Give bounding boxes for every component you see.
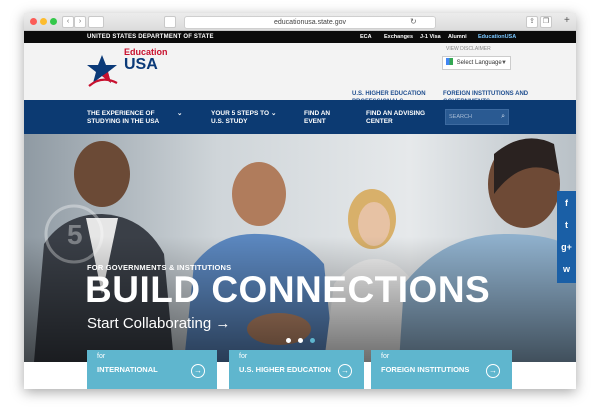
tile-for-label: for [239,353,248,360]
tile-title: FOREIGN INSTITUTIONS [381,365,470,374]
arrow-right-icon: → [338,364,352,378]
tile-international[interactable]: for INTERNATIONAL → [87,350,217,389]
zoom-window-button[interactable] [50,18,57,25]
hero-headline: BUILD CONNECTIONS [85,269,491,310]
tile-for-label: for [97,353,106,360]
social-share-bar: f t g+ w [557,191,576,283]
arrow-right-icon: → [486,364,500,378]
nav-item-experience-label: THE EXPERIENCE OF STUDYING IN THE USA [87,110,160,125]
tile-for-label: for [381,353,390,360]
carousel-dot-active[interactable] [310,338,315,343]
google-translate-icon [446,58,453,65]
new-tab-button[interactable]: + [564,15,570,27]
weibo-icon[interactable]: w [557,259,576,279]
carousel-dot[interactable] [298,338,303,343]
logo-text-usa: USA [124,56,158,73]
hero-cta-link[interactable]: Start Collaborating → [87,315,230,332]
nav-item-experience[interactable]: THE EXPERIENCE OF STUDYING IN THE USA ⌄ [87,110,187,126]
arrow-right-icon: → [191,364,205,378]
carousel-dots [286,338,326,344]
carousel-dot[interactable] [286,338,291,343]
nav-item-5-steps[interactable]: YOUR 5 STEPS TO U.S. STUDY ⌄ [211,110,277,126]
top-link-eca[interactable]: ECA [360,31,372,43]
nav-item-advising-center-label: FIND AN ADVISING CENTER [366,110,426,125]
close-window-button[interactable] [30,18,37,25]
address-bar[interactable]: educationusa.state.gov [184,16,436,29]
top-link-alumni[interactable]: Alumni [448,31,467,43]
browser-toolbar: ‹ › educationusa.state.gov ↻ ⇪ ❐ + [24,13,576,31]
nav-item-find-event[interactable]: FIND AN EVENT [304,110,338,126]
search-placeholder: SEARCH [449,114,472,120]
facebook-icon[interactable]: f [557,193,576,213]
back-button[interactable]: ‹ [62,16,74,28]
department-label: UNITED STATES DEPARTMENT OF STATE [87,34,214,40]
forward-button[interactable]: › [74,16,86,28]
nav-item-advising-center[interactable]: FIND AN ADVISING CENTER [366,110,426,126]
chevron-down-icon: ⌄ [271,110,277,117]
top-link-exchanges[interactable]: Exchanges [384,31,413,43]
tile-higher-education[interactable]: for U.S. HIGHER EDUCATION → [229,350,364,389]
sidebar-toggle-button[interactable] [88,16,104,28]
tile-foreign-institutions[interactable]: for FOREIGN INSTITUTIONS → [371,350,512,389]
share-button[interactable]: ⇪ [526,16,538,28]
nav-item-find-event-label: FIND AN EVENT [304,110,331,125]
language-select-label: Select Language [456,60,502,66]
chevron-down-icon: ▼ [501,60,507,66]
tile-title: U.S. HIGHER EDUCATION [239,365,331,374]
view-disclaimer-link[interactable]: VIEW DISCLAIMER [446,46,491,52]
top-link-educationusa[interactable]: EducationUSA [478,31,516,43]
nav-item-5-steps-label: YOUR 5 STEPS TO U.S. STUDY [211,110,270,125]
tile-title: INTERNATIONAL [97,365,158,374]
chevron-down-icon: ⌄ [177,110,183,117]
browser-window: ‹ › educationusa.state.gov ↻ ⇪ ❐ + UNITE… [24,13,576,389]
top-link-j1-visa[interactable]: J-1 Visa [420,31,441,43]
minimize-window-button[interactable] [40,18,47,25]
twitter-icon[interactable]: t [557,215,576,235]
top-bar: UNITED STATES DEPARTMENT OF STATE ECA Ex… [24,31,576,43]
address-url: educationusa.state.gov [274,19,346,26]
google-plus-icon[interactable]: g+ [557,237,576,257]
search-icon[interactable]: ⌕ [501,110,505,124]
search-input[interactable]: SEARCH ⌕ [445,109,509,125]
tab-overview-icon[interactable] [164,16,176,28]
language-select[interactable]: Select Language ▼ [442,56,511,70]
reload-icon[interactable]: ↻ [410,16,417,27]
tabs-button[interactable]: ❐ [540,16,552,28]
